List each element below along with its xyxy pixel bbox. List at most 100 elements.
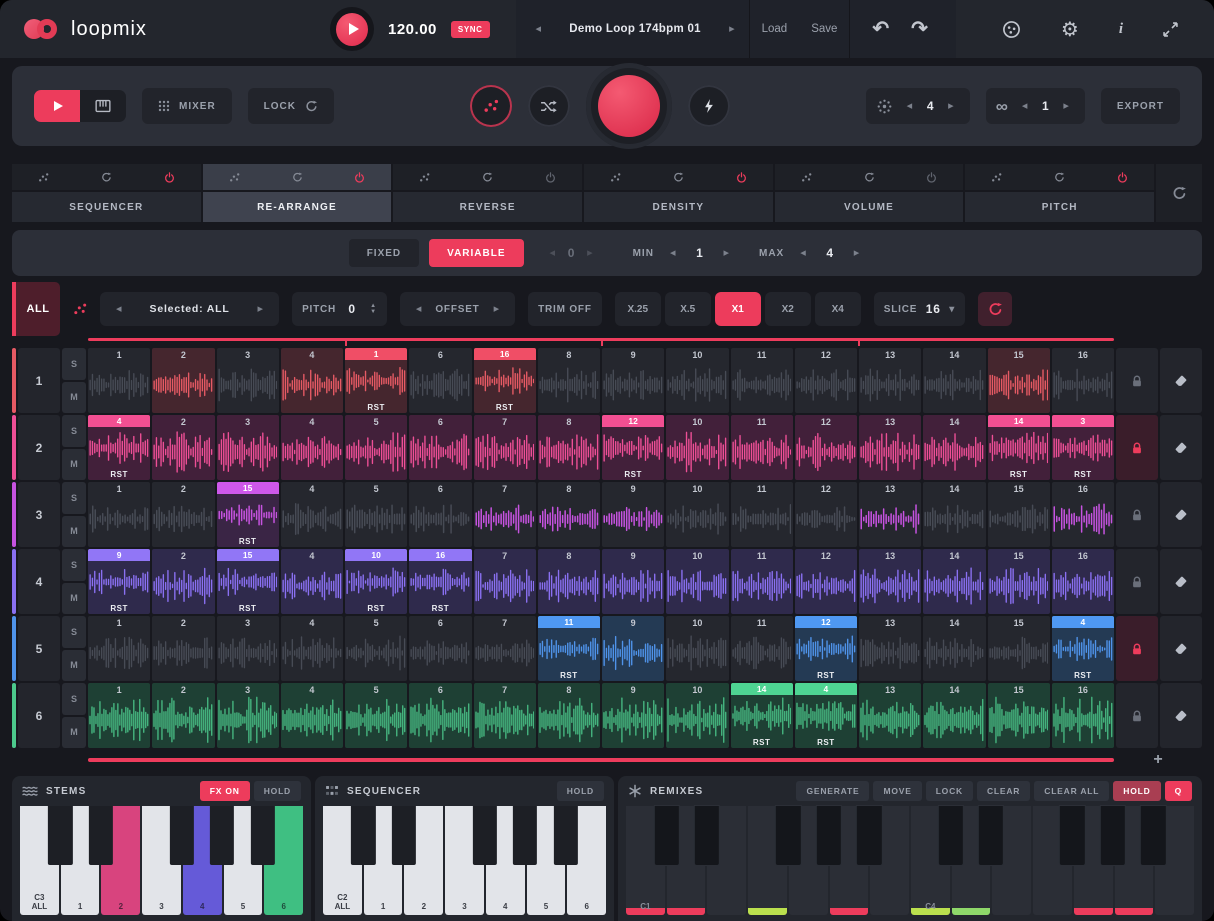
speed-x-25-button[interactable]: X.25 <box>615 292 661 326</box>
pattern-next-button[interactable]: ▸ <box>942 101 960 112</box>
slice-cell[interactable]: 14 <box>923 683 985 748</box>
trim-toggle-button[interactable]: TRIM OFF <box>528 292 602 326</box>
slice-cell[interactable]: 7 <box>474 616 536 681</box>
slice-cell[interactable]: 11 <box>731 415 793 480</box>
max-prev-button[interactable]: ◂ <box>794 248 812 259</box>
slice-cell[interactable]: 9 <box>602 683 664 748</box>
slice-cell[interactable]: 1 <box>88 683 150 748</box>
slice-cell[interactable]: 16 <box>1052 683 1114 748</box>
solo-button[interactable]: S <box>62 683 86 715</box>
track-lock-button[interactable] <box>1116 348 1158 413</box>
slice-cell[interactable]: 1 <box>88 616 150 681</box>
refresh-icon[interactable] <box>482 172 493 183</box>
mute-button[interactable]: M <box>62 516 86 548</box>
slice-cell[interactable]: 15 <box>988 616 1050 681</box>
refresh-icon[interactable] <box>673 172 684 183</box>
slice-cell[interactable]: 16RST <box>474 348 536 413</box>
offset-prev-button[interactable]: ◂ <box>410 304 428 315</box>
solo-button[interactable]: S <box>62 348 86 380</box>
randomize-selection-icon[interactable] <box>73 302 87 316</box>
grid-scrollbar[interactable] <box>88 758 1114 762</box>
slice-cell[interactable]: 7 <box>474 683 536 748</box>
remix-clear-button[interactable]: CLEAR <box>977 781 1030 801</box>
slice-cell[interactable]: 9 <box>602 348 664 413</box>
slice-cell[interactable]: 6 <box>409 616 471 681</box>
power-icon[interactable] <box>736 172 747 183</box>
slice-cell[interactable]: 4 <box>281 549 343 614</box>
solo-button[interactable]: S <box>62 549 86 581</box>
piano-black-key[interactable] <box>817 806 841 865</box>
random-icon[interactable] <box>419 172 430 183</box>
select-all-block[interactable]: ALL <box>12 282 60 336</box>
tab-reverse[interactable]: REVERSE <box>393 192 582 222</box>
rotate-slices-button[interactable] <box>978 292 1012 326</box>
randomizer-ball-icon[interactable] <box>996 19 1027 40</box>
mute-button[interactable]: M <box>62 717 86 749</box>
tab-density[interactable]: DENSITY <box>584 192 773 222</box>
keys-view-button[interactable] <box>80 90 126 122</box>
slice-cell[interactable]: 16RST <box>409 549 471 614</box>
slice-cell[interactable]: 5 <box>345 683 407 748</box>
solo-button[interactable]: S <box>62 616 86 648</box>
slice-cell[interactable]: 12 <box>795 348 857 413</box>
pitch-spinner[interactable]: ▲ ▼ <box>370 303 377 315</box>
piano-black-key[interactable] <box>48 806 72 865</box>
load-button[interactable]: Load <box>750 23 800 35</box>
slice-cell[interactable]: 15 <box>988 348 1050 413</box>
pattern-prev-button[interactable]: ◂ <box>901 101 919 112</box>
track-erase-button[interactable] <box>1160 348 1202 413</box>
lock-button[interactable]: LOCK <box>248 88 334 124</box>
slice-cell[interactable]: 6 <box>409 348 471 413</box>
speed-x2-button[interactable]: X2 <box>765 292 811 326</box>
loop-view-button[interactable] <box>34 90 80 122</box>
slice-cell[interactable]: 15 <box>988 683 1050 748</box>
main-macro-knob[interactable] <box>586 63 672 149</box>
piano-black-key[interactable] <box>1060 806 1084 865</box>
slice-cell[interactable]: 8 <box>538 683 600 748</box>
speed-x4-button[interactable]: X4 <box>815 292 861 326</box>
track-lock-button[interactable] <box>1116 415 1158 480</box>
speed-x1-button[interactable]: X1 <box>715 292 761 326</box>
piano-black-key[interactable] <box>857 806 881 865</box>
power-icon[interactable] <box>545 172 556 183</box>
slice-cell[interactable]: 13 <box>859 482 921 547</box>
slice-cell[interactable]: 13 <box>859 616 921 681</box>
slice-cell[interactable]: 3 <box>217 415 279 480</box>
slice-cell[interactable]: 2 <box>152 482 214 547</box>
random-icon[interactable] <box>38 172 49 183</box>
slice-cell[interactable]: 6 <box>409 482 471 547</box>
refresh-icon[interactable] <box>864 172 875 183</box>
add-track-button[interactable]: + <box>1114 750 1202 770</box>
slice-cell[interactable]: 10 <box>666 415 728 480</box>
track-erase-button[interactable] <box>1160 482 1202 547</box>
variation-prev-button[interactable]: ◂ <box>1016 101 1034 112</box>
slice-cell[interactable]: 4 <box>281 683 343 748</box>
slice-cell[interactable]: 13 <box>859 415 921 480</box>
piano-black-key[interactable] <box>1141 806 1165 865</box>
tab-re-arrange[interactable]: RE-ARRANGE <box>203 192 392 222</box>
slice-cell[interactable]: 9 <box>602 616 664 681</box>
slice-cell[interactable]: 16 <box>1052 549 1114 614</box>
slice-cell[interactable]: 3 <box>217 348 279 413</box>
piano-black-key[interactable] <box>1101 806 1125 865</box>
random-icon[interactable] <box>610 172 621 183</box>
slice-cell[interactable]: 14 <box>923 482 985 547</box>
track-erase-button[interactable] <box>1160 683 1202 748</box>
track-lock-button[interactable] <box>1116 683 1158 748</box>
slice-cell[interactable]: 8 <box>538 482 600 547</box>
min-prev-button[interactable]: ◂ <box>664 248 682 259</box>
preset-name[interactable]: Demo Loop 174bpm 01 <box>547 23 723 35</box>
remix-q-button[interactable]: Q <box>1165 781 1192 801</box>
shuffle-knob[interactable] <box>528 85 570 127</box>
remix-clear-all-button[interactable]: CLEAR ALL <box>1034 781 1109 801</box>
slice-cell[interactable]: 12RST <box>602 415 664 480</box>
track-erase-button[interactable] <box>1160 616 1202 681</box>
slice-cell[interactable]: 12 <box>795 549 857 614</box>
slice-cell[interactable]: 13 <box>859 683 921 748</box>
piano-black-key[interactable] <box>938 806 962 865</box>
refresh-icon[interactable] <box>101 172 112 183</box>
slice-cell[interactable]: 7 <box>474 482 536 547</box>
slice-cell[interactable]: 9 <box>602 549 664 614</box>
slice-count-dropdown[interactable]: SLICE 16 ▾ <box>874 292 965 326</box>
preset-prev-button[interactable]: ◂ <box>530 24 548 35</box>
